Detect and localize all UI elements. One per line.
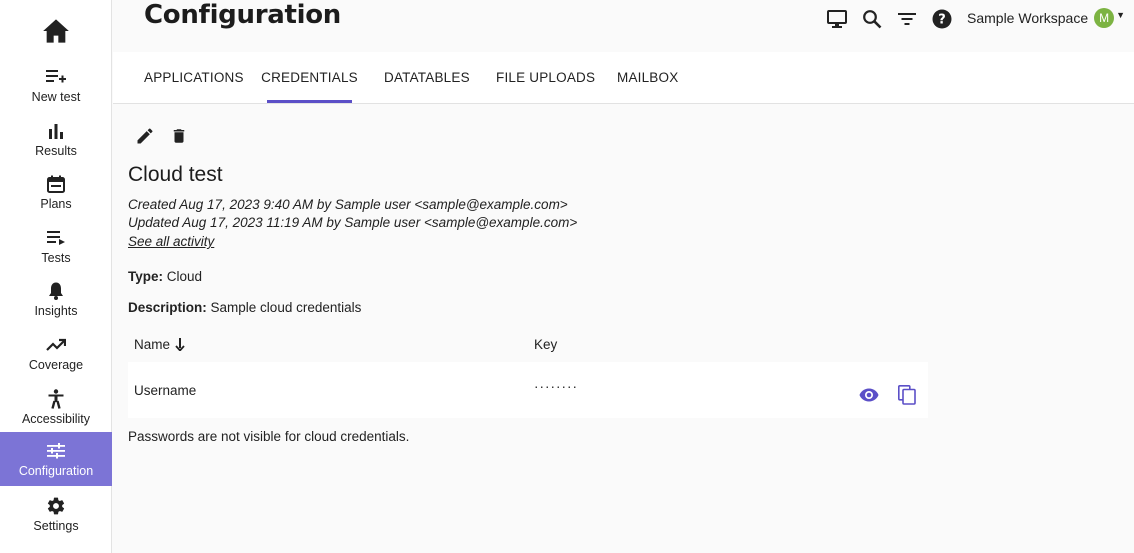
sidebar-item-label: Settings <box>33 519 79 533</box>
created-info: Created Aug 17, 2023 9:40 AM by Sample u… <box>128 197 568 212</box>
name-column-header[interactable]: Name <box>134 337 185 352</box>
page-title: Configuration <box>144 0 341 30</box>
sidebar: New test Results Plans Tests Insights Co… <box>0 0 112 553</box>
avatar: M <box>1094 8 1115 28</box>
gear-icon <box>46 495 66 517</box>
delete-button[interactable] <box>167 126 191 150</box>
edit-button[interactable] <box>133 126 157 150</box>
description-value: Sample cloud credentials <box>210 300 362 315</box>
sort-arrow-down-icon <box>175 338 185 351</box>
table-row: Username ········ <box>128 362 928 418</box>
sidebar-item-results[interactable]: Results <box>0 112 112 166</box>
tab-file-uploads[interactable]: FILE UPLOADS <box>496 52 595 103</box>
calendar-icon <box>47 173 65 195</box>
sidebar-item-label: Coverage <box>28 358 84 372</box>
sidebar-item-coverage[interactable]: Coverage <box>0 326 112 380</box>
name-column-label: Name <box>134 337 171 352</box>
sidebar-item-label: New test <box>31 90 81 104</box>
workspace-switcher[interactable]: Sample Workspace M ▼ <box>967 8 1125 28</box>
copy-icon <box>898 384 916 408</box>
sidebar-item-label: Plans <box>40 197 72 211</box>
accessibility-icon <box>48 388 64 410</box>
key-column-header: Key <box>534 337 558 352</box>
sidebar-item-tests[interactable]: Tests <box>0 219 112 273</box>
reveal-button[interactable] <box>857 384 881 408</box>
sidebar-item-configuration[interactable]: Configuration <box>0 432 112 486</box>
eye-icon <box>859 388 879 405</box>
test-list-icon <box>47 227 65 249</box>
tab-applications[interactable]: APPLICATIONS <box>144 52 244 103</box>
updated-info: Updated Aug 17, 2023 11:19 AM by Sample … <box>128 215 578 230</box>
config-tabs: APPLICATIONS CREDENTIALS DATATABLES FILE… <box>113 52 1134 104</box>
sidebar-item-insights[interactable]: Insights <box>0 272 112 326</box>
see-all-activity-link[interactable]: See all activity <box>128 234 214 249</box>
workspace-name: Sample Workspace <box>967 10 1089 26</box>
caret-down-icon: ▼ <box>1116 10 1126 20</box>
sidebar-item-label: Insights <box>34 304 78 318</box>
sidebar-item-label: Accessibility <box>21 412 91 426</box>
sidebar-item-plans[interactable]: Plans <box>0 165 112 219</box>
credential-detail: Cloud test Created Aug 17, 2023 9:40 AM … <box>113 104 1134 553</box>
sliders-icon <box>47 440 65 462</box>
home-icon <box>42 18 70 49</box>
filter-icon[interactable] <box>895 7 919 31</box>
tab-credentials[interactable]: CREDENTIALS <box>261 52 358 103</box>
row-name: Username <box>134 383 197 398</box>
search-icon[interactable] <box>860 7 884 31</box>
sidebar-item-label: Results <box>35 144 77 158</box>
trash-icon <box>170 126 188 151</box>
home-button[interactable] <box>0 16 112 50</box>
bell-icon <box>48 280 64 302</box>
sidebar-item-new-test[interactable]: New test <box>0 58 112 112</box>
monitor-icon[interactable] <box>825 7 849 31</box>
description-label: Description: <box>128 300 207 315</box>
copy-button[interactable] <box>895 384 919 408</box>
type-value: Cloud <box>166 269 203 284</box>
sidebar-item-settings[interactable]: Settings <box>0 487 112 541</box>
trending-up-icon <box>46 334 66 356</box>
table-header: Name Key <box>128 334 928 356</box>
new-test-icon <box>46 66 66 88</box>
tab-datatables[interactable]: DATATABLES <box>384 52 470 103</box>
row-key-masked: ········ <box>534 379 578 394</box>
sidebar-item-label: Tests <box>41 251 71 265</box>
pencil-icon <box>135 126 155 151</box>
help-icon[interactable]: ? <box>930 7 954 31</box>
bar-chart-icon <box>48 120 64 142</box>
svg-text:?: ? <box>938 13 946 28</box>
description-field: Description: Sample cloud credentials <box>128 300 361 315</box>
type-label: Type: <box>128 269 164 284</box>
tab-mailbox[interactable]: MAILBOX <box>617 52 678 103</box>
credential-title: Cloud test <box>128 163 223 186</box>
type-field: Type: Cloud <box>128 269 202 284</box>
credentials-note: Passwords are not visible for cloud cred… <box>128 429 410 444</box>
sidebar-item-accessibility[interactable]: Accessibility <box>0 380 112 434</box>
sidebar-item-label: Configuration <box>18 464 94 478</box>
